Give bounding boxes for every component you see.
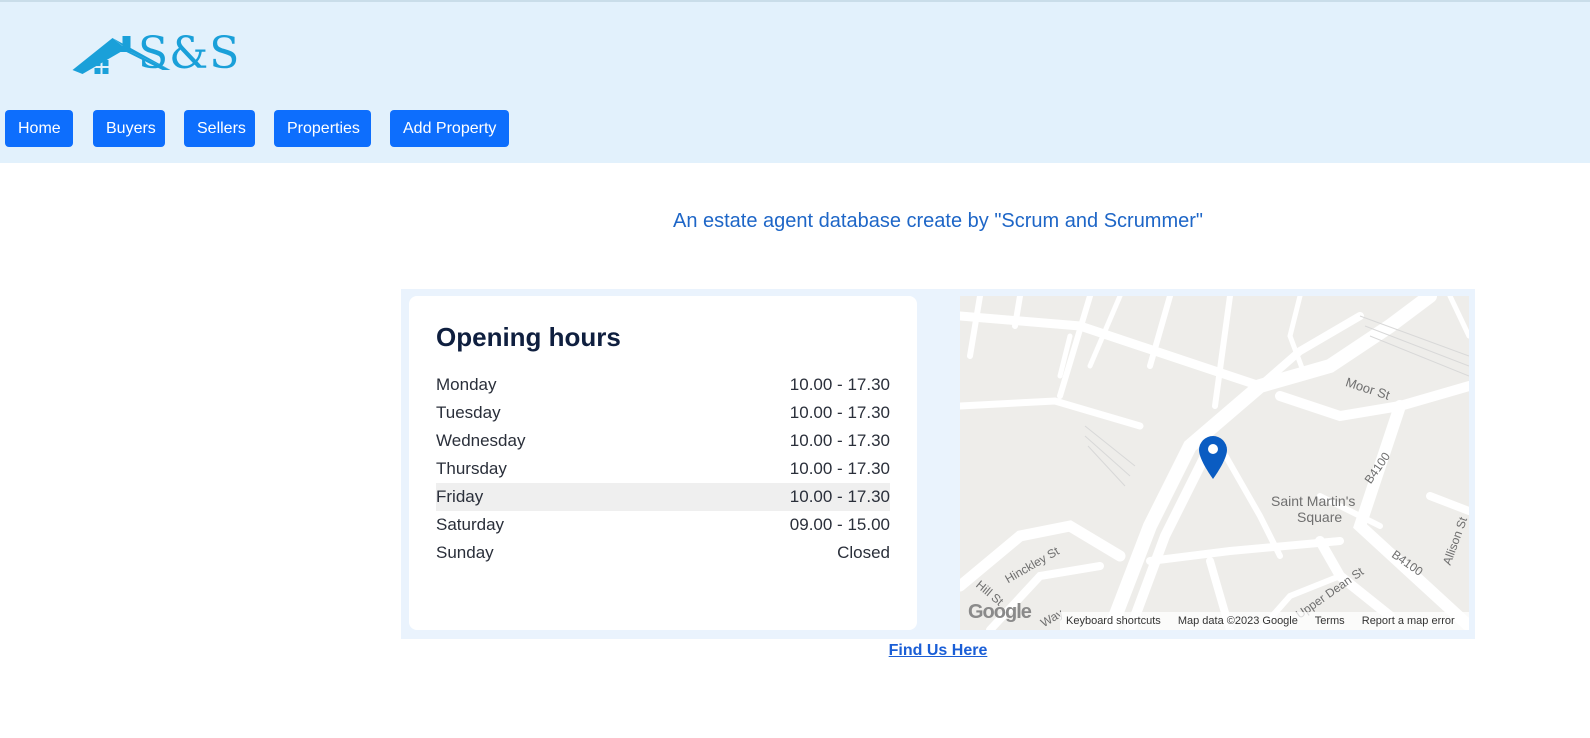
terms-link[interactable]: Terms	[1315, 615, 1345, 627]
nav-properties-button[interactable]: Properties	[274, 110, 371, 147]
hours-row: Sunday Closed	[436, 539, 890, 567]
hours-day: Thursday	[436, 459, 507, 478]
nav-home-button[interactable]: Home	[5, 110, 73, 147]
find-us-link[interactable]: Find Us Here	[838, 642, 1038, 660]
page-tagline: An estate agent database create by "Scru…	[672, 210, 1204, 232]
nav-sellers-button[interactable]: Sellers	[184, 110, 255, 147]
hours-day: Sunday	[436, 543, 494, 562]
hours-row: Tuesday 10.00 - 17.30	[436, 399, 890, 427]
nav-add-property-button[interactable]: Add Property	[390, 110, 509, 147]
hours-time: Closed	[837, 543, 890, 562]
hours-day: Tuesday	[436, 403, 501, 422]
opening-hours-title: Opening hours	[436, 322, 621, 352]
google-logo[interactable]: Google	[968, 601, 1032, 624]
map-label-square: Saint Martin's	[1271, 493, 1356, 509]
brand-name[interactable]: S&S	[138, 26, 240, 82]
map-footer: Keyboard shortcuts Map data ©2023 Google…	[1060, 612, 1469, 630]
hours-row: Wednesday 10.00 - 17.30	[436, 427, 890, 455]
location-map[interactable]: Moor St Saint Martin's Square B4100 B410…	[960, 296, 1469, 630]
report-map-error-link[interactable]: Report a map error	[1362, 615, 1455, 627]
hours-row: Saturday 09.00 - 15.00	[436, 511, 890, 539]
opening-hours-table: Monday 10.00 - 17.30 Tuesday 10.00 - 17.…	[436, 371, 890, 567]
map-pin-icon[interactable]	[1198, 436, 1228, 480]
map-data-text: Map data ©2023 Google	[1177, 615, 1298, 627]
hours-day: Wednesday	[436, 431, 526, 450]
keyboard-shortcuts-link[interactable]: Keyboard shortcuts	[1066, 615, 1161, 627]
opening-hours-card: Opening hours Monday 10.00 - 17.30 Tuesd…	[409, 296, 917, 630]
hours-day: Saturday	[436, 515, 505, 534]
hours-time: 10.00 - 17.30	[789, 431, 890, 450]
nav-buyers-button[interactable]: Buyers	[93, 110, 165, 147]
hours-time: 10.00 - 17.30	[789, 487, 890, 506]
hours-time: 09.00 - 15.00	[789, 515, 890, 534]
hours-day: Monday	[436, 375, 497, 394]
map-label-square: Square	[1297, 509, 1343, 525]
hours-day: Friday	[436, 487, 484, 506]
hours-time: 10.00 - 17.30	[789, 403, 890, 422]
hours-row: Monday 10.00 - 17.30	[436, 371, 890, 399]
info-panel: Opening hours Monday 10.00 - 17.30 Tuesd…	[401, 289, 1475, 639]
hours-time: 10.00 - 17.30	[789, 375, 890, 394]
hours-time: 10.00 - 17.30	[789, 459, 890, 478]
hours-row: Friday 10.00 - 17.30	[436, 483, 890, 511]
site-header: S&S Home Buyers Sellers Properties Add P…	[0, 0, 1590, 163]
hours-row: Thursday 10.00 - 17.30	[436, 455, 890, 483]
